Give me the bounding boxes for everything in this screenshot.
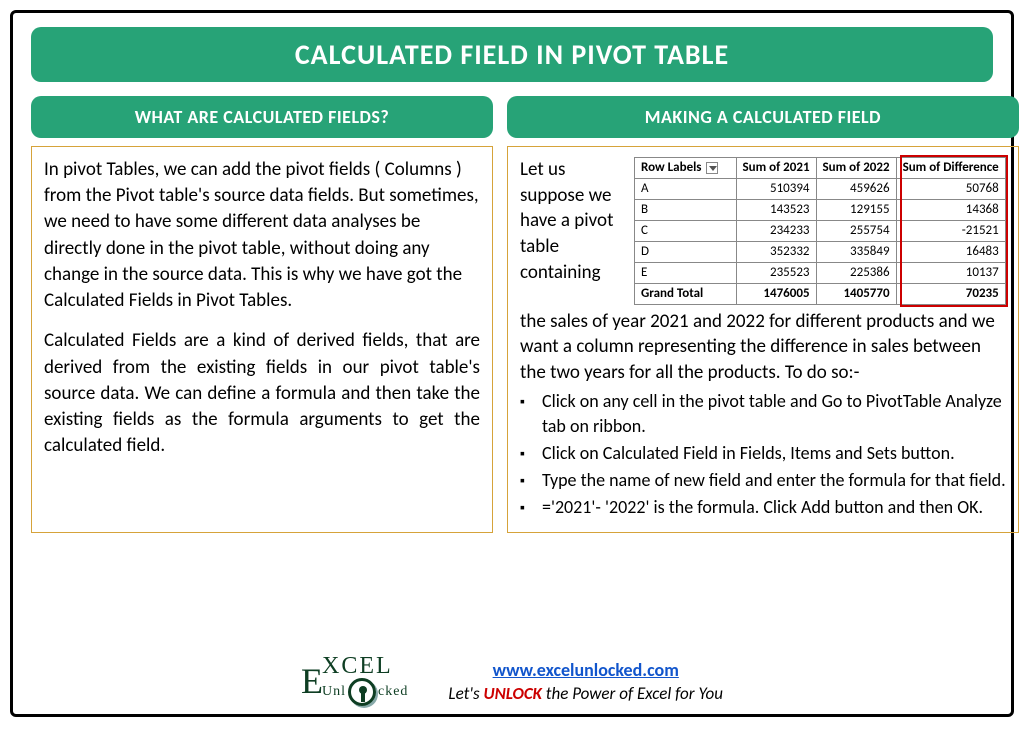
pivot-table-illustration: Row Labels Sum of 2021 Sum of 2022 Sum o… xyxy=(634,157,1006,305)
table-row: B14352312915514368 xyxy=(635,199,1006,220)
hdr-rowlabels: Row Labels xyxy=(635,158,737,179)
website-link[interactable]: www.excelunlocked.com xyxy=(493,659,679,681)
right-top-row: Let us suppose we have a pivot table con… xyxy=(520,157,1006,305)
logo-stack: XCEL Unlcked xyxy=(322,656,408,706)
list-item: Click on any cell in the pivot table and… xyxy=(520,389,1006,439)
table-row: A51039445962650768 xyxy=(635,178,1006,199)
left-header: WHAT ARE CALCULATED FIELDS? xyxy=(31,96,493,138)
table-row: E23552322538610137 xyxy=(635,262,1006,283)
columns-container: WHAT ARE CALCULATED FIELDS? In pivot Tab… xyxy=(31,96,993,533)
hdr-sum2021: Sum of 2021 xyxy=(736,158,816,179)
unlock-word: UNLOCK xyxy=(484,683,542,704)
list-item: Type the name of new field and enter the… xyxy=(520,468,1006,493)
footer-text: www.excelunlocked.com Let's UNLOCK the P… xyxy=(448,659,723,704)
dropdown-icon xyxy=(706,162,718,174)
pivot-table: Row Labels Sum of 2021 Sum of 2022 Sum o… xyxy=(634,157,1006,305)
table-row: C234233255754-21521 xyxy=(635,220,1006,241)
table-header-row: Row Labels Sum of 2021 Sum of 2022 Sum o… xyxy=(635,158,1006,179)
right-content: Let us suppose we have a pivot table con… xyxy=(507,146,1019,533)
continuation-text: the sales of year 2021 and 2022 for diff… xyxy=(520,309,1006,386)
lead-text: Let us suppose we have a pivot table con… xyxy=(520,157,628,285)
logo-top-text: XCEL xyxy=(322,656,408,678)
hdr-sum2022: Sum of 2022 xyxy=(816,158,896,179)
hdr-sumdiff: Sum of Difference xyxy=(896,158,1005,179)
left-content: In pivot Tables, we can add the pivot fi… xyxy=(31,146,493,533)
logo-bottom-text: Unlcked xyxy=(322,678,408,706)
steps-list: Click on any cell in the pivot table and… xyxy=(520,389,1006,519)
main-title: CALCULATED FIELD IN PIVOT TABLE xyxy=(31,27,993,82)
table-row: D35233233584916483 xyxy=(635,241,1006,262)
logo: E XCEL Unlcked xyxy=(301,656,408,706)
footer: E XCEL Unlcked www.excelunlocked.com Let… xyxy=(13,656,1011,706)
right-column: MAKING A CALCULATED FIELD Let us suppose… xyxy=(507,96,1019,533)
list-item: Click on Calculated Field in Fields, Ite… xyxy=(520,441,1006,466)
left-para1: In pivot Tables, we can add the pivot fi… xyxy=(44,157,480,314)
logo-big-letter: E xyxy=(301,665,324,697)
left-column: WHAT ARE CALCULATED FIELDS? In pivot Tab… xyxy=(31,96,493,533)
document-frame: CALCULATED FIELD IN PIVOT TABLE WHAT ARE… xyxy=(10,10,1014,717)
right-header: MAKING A CALCULATED FIELD xyxy=(507,96,1019,138)
tagline: Let's UNLOCK the Power of Excel for You xyxy=(448,683,723,704)
left-para2: Calculated Fields are a kind of derived … xyxy=(44,328,480,459)
list-item: ='2021'- '2022' is the formula. Click Ad… xyxy=(520,495,1006,520)
keyhole-icon xyxy=(348,678,376,706)
table-total-row: Grand Total1476005140577070235 xyxy=(635,283,1006,304)
